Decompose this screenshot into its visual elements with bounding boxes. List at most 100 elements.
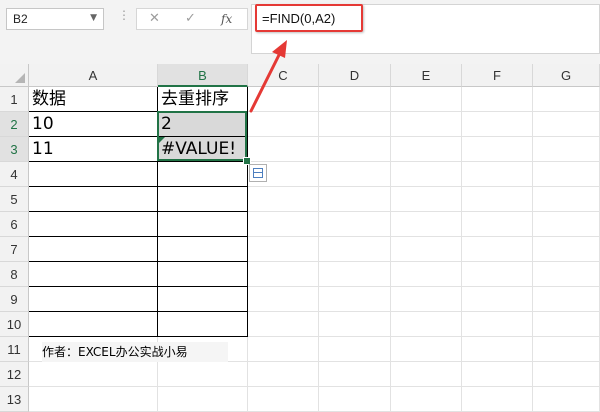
cell-c3[interactable] [248, 137, 319, 162]
column-header-d[interactable]: D [319, 64, 391, 87]
row-header-2[interactable]: 2 [0, 112, 29, 137]
cell-g7[interactable] [533, 237, 600, 262]
cell-e6[interactable] [391, 212, 462, 237]
cell-g3[interactable] [533, 137, 600, 162]
enter-icon[interactable]: ✓ [185, 11, 196, 26]
cell-f4[interactable] [462, 162, 533, 187]
name-box[interactable]: B2 ▼ [6, 8, 104, 30]
cell-b8[interactable] [158, 262, 248, 287]
row-header-4[interactable]: 4 [0, 162, 29, 187]
column-header-c[interactable]: C [248, 64, 319, 87]
error-indicator-icon[interactable] [159, 137, 165, 143]
cell-b1[interactable]: 去重排序 [158, 87, 248, 112]
cell-f2[interactable] [462, 112, 533, 137]
cell-b9[interactable] [158, 287, 248, 312]
row-header-11[interactable]: 11 [0, 337, 29, 362]
cell-f8[interactable] [462, 262, 533, 287]
cell-a2[interactable]: 10 [29, 112, 158, 137]
cell-g10[interactable] [533, 312, 600, 337]
cell-d4[interactable] [319, 162, 391, 187]
cell-g11[interactable] [533, 337, 600, 362]
cell-f1[interactable] [462, 87, 533, 112]
row-header-6[interactable]: 6 [0, 212, 29, 237]
cell-g5[interactable] [533, 187, 600, 212]
cancel-icon[interactable]: ✕ [149, 11, 160, 26]
cell-a10[interactable] [29, 312, 158, 337]
cell-e11[interactable] [391, 337, 462, 362]
cell-b6[interactable] [158, 212, 248, 237]
cell-e2[interactable] [391, 112, 462, 137]
cell-c12[interactable] [248, 362, 319, 387]
row-header-3[interactable]: 3 [0, 137, 29, 162]
cell-c10[interactable] [248, 312, 319, 337]
cell-f10[interactable] [462, 312, 533, 337]
row-header-5[interactable]: 5 [0, 187, 29, 212]
column-header-g[interactable]: G [533, 64, 600, 87]
cell-a8[interactable] [29, 262, 158, 287]
cell-f7[interactable] [462, 237, 533, 262]
cell-b3[interactable]: #VALUE! [158, 137, 248, 162]
quick-analysis-button[interactable] [249, 164, 267, 182]
cell-g2[interactable] [533, 112, 600, 137]
cell-d12[interactable] [319, 362, 391, 387]
cell-b10[interactable] [158, 312, 248, 337]
cell-g1[interactable] [533, 87, 600, 112]
cell-d2[interactable] [319, 112, 391, 137]
cell-e4[interactable] [391, 162, 462, 187]
cell-c11[interactable] [248, 337, 319, 362]
cell-b4[interactable] [158, 162, 248, 187]
cell-c1[interactable] [248, 87, 319, 112]
cell-e5[interactable] [391, 187, 462, 212]
cell-f5[interactable] [462, 187, 533, 212]
cell-a1[interactable]: 数据 [29, 87, 158, 112]
cell-a3[interactable]: 11 [29, 137, 158, 162]
cell-e7[interactable] [391, 237, 462, 262]
cell-d7[interactable] [319, 237, 391, 262]
cell-e8[interactable] [391, 262, 462, 287]
cell-a4[interactable] [29, 162, 158, 187]
cell-d11[interactable] [319, 337, 391, 362]
row-header-12[interactable]: 12 [0, 362, 29, 387]
cell-f6[interactable] [462, 212, 533, 237]
cell-d3[interactable] [319, 137, 391, 162]
row-header-1[interactable]: 1 [0, 87, 29, 112]
cell-a12[interactable] [29, 362, 158, 387]
row-header-10[interactable]: 10 [0, 312, 29, 337]
cell-g4[interactable] [533, 162, 600, 187]
select-all-button[interactable] [0, 64, 29, 87]
cell-a9[interactable] [29, 287, 158, 312]
cell-b12[interactable] [158, 362, 248, 387]
cell-b7[interactable] [158, 237, 248, 262]
chevron-down-icon[interactable]: ▼ [90, 13, 97, 23]
drag-handle-icon[interactable]: ⋮ [118, 8, 130, 22]
cell-g8[interactable] [533, 262, 600, 287]
cell-f9[interactable] [462, 287, 533, 312]
cell-c2[interactable] [248, 112, 319, 137]
cell-f3[interactable] [462, 137, 533, 162]
cell-a7[interactable] [29, 237, 158, 262]
row-header-9[interactable]: 9 [0, 287, 29, 312]
cell-d8[interactable] [319, 262, 391, 287]
cell-e1[interactable] [391, 87, 462, 112]
cell-c7[interactable] [248, 237, 319, 262]
cell-b5[interactable] [158, 187, 248, 212]
cell-e10[interactable] [391, 312, 462, 337]
cell-e9[interactable] [391, 287, 462, 312]
column-header-a[interactable]: A [29, 64, 158, 87]
cell-d5[interactable] [319, 187, 391, 212]
insert-function-icon[interactable]: fx [221, 12, 232, 26]
cell-g6[interactable] [533, 212, 600, 237]
cell-c8[interactable] [248, 262, 319, 287]
cell-d6[interactable] [319, 212, 391, 237]
cell-e3[interactable] [391, 137, 462, 162]
column-header-e[interactable]: E [391, 64, 462, 87]
cell-g9[interactable] [533, 287, 600, 312]
cell-a6[interactable] [29, 212, 158, 237]
cell-e12[interactable] [391, 362, 462, 387]
cell-f11[interactable] [462, 337, 533, 362]
cell-d9[interactable] [319, 287, 391, 312]
cell-c6[interactable] [248, 212, 319, 237]
column-header-f[interactable]: F [462, 64, 533, 87]
cell-d10[interactable] [319, 312, 391, 337]
cell-c5[interactable] [248, 187, 319, 212]
